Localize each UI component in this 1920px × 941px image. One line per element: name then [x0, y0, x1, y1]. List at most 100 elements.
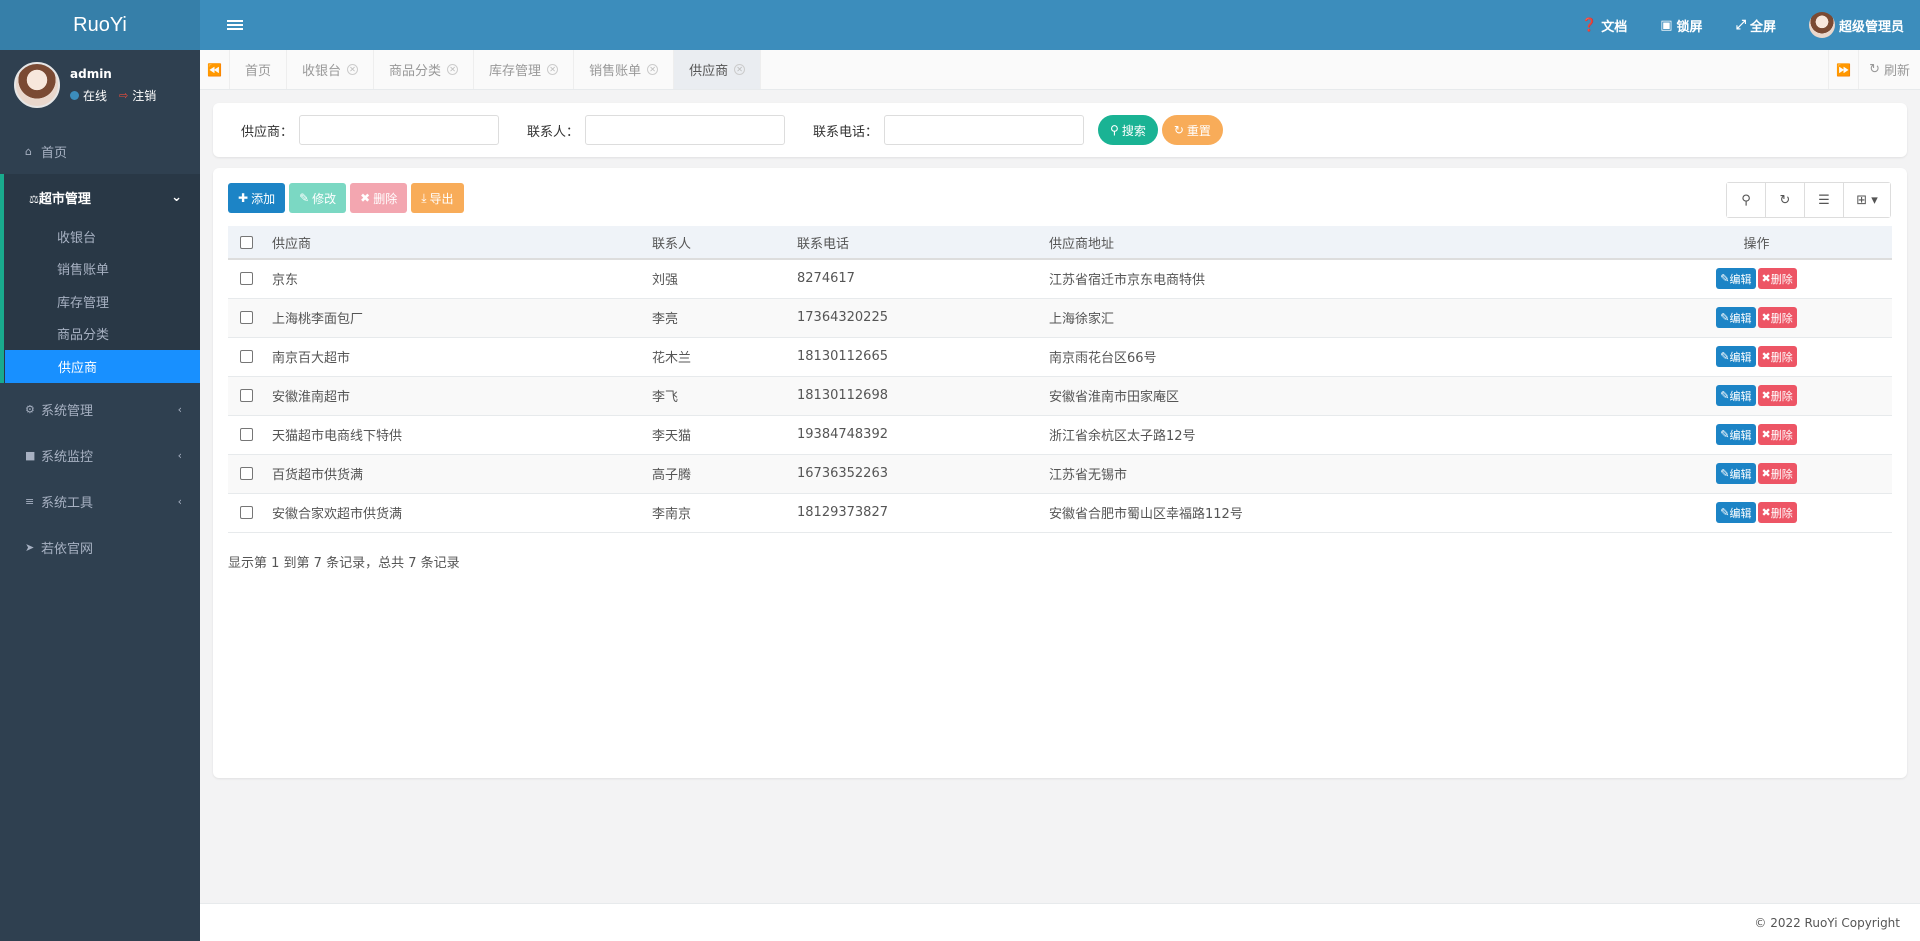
sidebar-item-category[interactable]: 商品分类 [4, 318, 200, 351]
table-row[interactable]: 安徽淮南超市 李飞 18130112698 安徽省淮南市田家庵区 ✎ 编辑 ✖ 删除 [228, 376, 1892, 416]
cell-actions: ✎ 编辑 ✖ 删除 [1621, 493, 1892, 533]
table-row[interactable]: 天猫超市电商线下特供 李天猫 19384748392 浙江省余杭区太子路12号 ✎ 编辑 ✖… [228, 415, 1892, 455]
avatar[interactable] [14, 62, 60, 108]
sidebar-item-website[interactable]: ➤ 若依官网 [0, 525, 200, 571]
row-checkbox[interactable] [239, 389, 253, 402]
table-row[interactable]: 百货超市供货满 高子腾 16736352263 江苏省无锡市 ✎ 编辑 ✖ 删除 [228, 454, 1892, 494]
row-checkbox[interactable] [239, 272, 253, 286]
close-icon[interactable]: ✕ [547, 64, 559, 75]
sidebar-item-cashier[interactable]: 收银台 [4, 220, 200, 253]
row-edit-button[interactable]: ✎ 编辑 [1716, 385, 1756, 406]
row-delete-label: 删除 [1770, 389, 1793, 403]
row-delete-button[interactable]: ✖ 删除 [1757, 307, 1797, 328]
tab-home[interactable]: 首页 [230, 50, 288, 89]
reset-button[interactable]: ↻ 重置 [1161, 115, 1223, 145]
select-all-checkbox[interactable] [239, 235, 253, 249]
pagination-info: 显示第 1 到第 7 条记录，总共 7 条记录 [228, 556, 460, 571]
cell-phone: 17364320225 [789, 298, 1041, 338]
logout-icon[interactable]: ⇨ [119, 89, 128, 102]
refresh-button[interactable]: ↻ 刷新 [1858, 50, 1920, 89]
table-row[interactable]: 安徽合家欢超市供货满 李南京 18129373827 安徽省合肥市蜀山区幸福路112号… [228, 493, 1892, 533]
search-button[interactable]: ⚲ 搜索 [1098, 115, 1158, 145]
row-checkbox[interactable] [239, 350, 253, 363]
tab-supplier[interactable]: 供应商 ✕ [674, 50, 762, 89]
row-delete-button[interactable]: ✖ 删除 [1757, 385, 1797, 406]
sidebar-item-sales[interactable]: 销售账单 [4, 253, 200, 286]
phone-input[interactable] [884, 115, 1085, 145]
header-contact[interactable]: 联系人 [644, 226, 789, 260]
cell-phone: 18130112665 [789, 337, 1041, 377]
row-edit-button[interactable]: ✎ 编辑 [1716, 346, 1756, 367]
tab-category[interactable]: 商品分类 ✕ [374, 50, 475, 89]
supplier-input[interactable] [299, 115, 500, 145]
sidebar-item-supermarket[interactable]: ⚖超市管理 ⌄ [0, 174, 200, 220]
header-address[interactable]: 供应商地址 [1041, 226, 1621, 260]
columns-icon[interactable]: ⊞ ▾ [1844, 183, 1890, 217]
cell-actions: ✎ 编辑 ✖ 删除 [1621, 454, 1892, 494]
add-button[interactable]: ✚ 添加 [228, 183, 286, 213]
sidebar-item-supplier[interactable]: 供应商 [5, 350, 200, 383]
lock-screen-link[interactable]: ▣ 锁屏 [1660, 16, 1702, 35]
row-delete-button[interactable]: ✖ 删除 [1757, 463, 1797, 484]
footer: © 2022 RuoYi Copyright [200, 903, 1920, 941]
tab-label: 销售账单 [589, 64, 642, 79]
row-delete-button[interactable]: ✖ 删除 [1757, 502, 1797, 523]
tab-scroll-left-icon[interactable]: ⏪ [200, 50, 230, 89]
row-edit-button[interactable]: ✎ 编辑 [1716, 424, 1756, 445]
fullscreen-link[interactable]: ⤢ 全屏 [1736, 16, 1776, 35]
row-checkbox[interactable] [239, 506, 253, 519]
edit-icon: ✎ [1720, 311, 1730, 324]
video-icon: ■ [25, 449, 36, 462]
tab-sales[interactable]: 销售账单 ✕ [574, 50, 675, 89]
close-icon[interactable]: ✕ [734, 64, 746, 75]
lock-label: 锁屏 [1676, 19, 1703, 35]
row-delete-button[interactable]: ✖ 删除 [1757, 424, 1797, 445]
sidebar-item-tools[interactable]: ≡ 系统工具 ‹ [0, 479, 200, 525]
tab-cashier[interactable]: 收银台 ✕ [287, 50, 375, 89]
row-delete-button[interactable]: ✖ 删除 [1757, 346, 1797, 367]
export-button[interactable]: ⤓ 导出 [411, 183, 464, 213]
table-row[interactable]: 京东 刘强 8274617 江苏省宿迁市京东电商特供 ✎ 编辑 ✖ 删除 [228, 259, 1892, 299]
menu-toggle-icon[interactable] [227, 18, 243, 32]
close-icon[interactable]: ✕ [447, 64, 459, 75]
sidebar-item-system[interactable]: ⚙ 系统管理 ‹ [0, 387, 200, 433]
table-row[interactable]: 上海桃李面包厂 李亮 17364320225 上海徐家汇 ✎ 编辑 ✖ 删除 [228, 298, 1892, 338]
row-edit-button[interactable]: ✎ 编辑 [1716, 268, 1756, 290]
sidebar-item-monitor[interactable]: ■ 系统监控 ‹ [0, 433, 200, 479]
row-edit-button[interactable]: ✎ 编辑 [1716, 463, 1756, 484]
row-checkbox[interactable] [239, 311, 253, 324]
row-checkbox[interactable] [239, 467, 253, 480]
sidebar-item-label: 首页 [41, 145, 68, 161]
docs-link[interactable]: ❓ 文档 [1581, 16, 1627, 35]
add-button-label: 添加 [251, 191, 276, 206]
row-select-cell [228, 415, 264, 455]
close-icon[interactable]: ✕ [347, 64, 359, 75]
table-row[interactable]: 南京百大超市 花木兰 18130112665 南京雨花台区66号 ✎ 编辑 ✖ 删除 [228, 337, 1892, 377]
toggle-view-icon[interactable]: ☰ [1805, 183, 1844, 217]
cell-contact: 刘强 [644, 259, 789, 299]
sidebar-item-home[interactable]: ⌂ 首页 [0, 128, 200, 174]
header-supplier[interactable]: 供应商 [264, 226, 644, 260]
cell-contact: 高子腾 [644, 454, 789, 494]
user-menu[interactable]: 超级管理员 [1808, 12, 1904, 38]
sidebar-item-inventory[interactable]: 库存管理 [4, 285, 200, 318]
tab-scroll-right-icon[interactable]: ⏩ [1828, 50, 1858, 89]
row-edit-button[interactable]: ✎ 编辑 [1716, 502, 1756, 523]
contact-input[interactable] [585, 115, 786, 145]
cell-address: 南京雨花台区66号 [1041, 337, 1621, 377]
header-phone[interactable]: 联系电话 [789, 226, 1041, 260]
row-checkbox[interactable] [239, 428, 253, 441]
row-delete-button[interactable]: ✖ 删除 [1757, 268, 1797, 290]
close-icon[interactable]: ✕ [647, 64, 659, 75]
tab-label: 库存管理 [489, 64, 542, 79]
row-edit-button[interactable]: ✎ 编辑 [1716, 307, 1756, 328]
search-toggle-icon[interactable]: ⚲ [1727, 183, 1766, 217]
refresh-icon[interactable]: ↻ [1766, 183, 1805, 217]
tab-inventory[interactable]: 库存管理 ✕ [474, 50, 575, 89]
edit-button[interactable]: ✎ 修改 [289, 183, 347, 213]
row-delete-label: 删除 [1770, 272, 1793, 286]
logout-link[interactable]: 注销 [132, 87, 156, 104]
delete-button[interactable]: ✖ 删除 [350, 183, 408, 213]
topbar-actions: ❓ 文档 ▣ 锁屏 ⤢ 全屏 超级管理员 [1581, 12, 1920, 38]
app-logo[interactable]: RuoYi [0, 0, 200, 50]
